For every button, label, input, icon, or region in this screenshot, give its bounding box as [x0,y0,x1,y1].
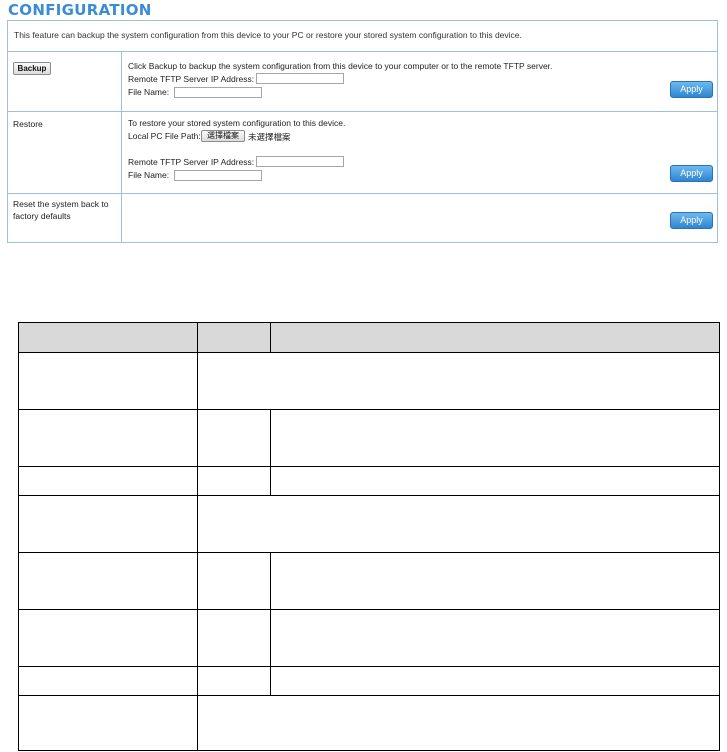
restore-tftp-input[interactable] [256,156,344,167]
backup-button[interactable]: Backup [13,62,51,75]
description-table [18,322,720,751]
backup-description: Click Backup to backup the system config… [128,61,553,71]
table-row [19,467,719,496]
restore-filename-label: File Name: [128,170,170,180]
reset-apply-button[interactable]: Apply [670,212,713,229]
restore-tftp-label: Remote TFTP Server IP Address: [128,157,255,167]
table-row [19,667,719,696]
no-file-text: 未選擇檔案 [248,132,291,142]
table-row [19,610,719,667]
restore-apply-button[interactable]: Apply [670,165,713,182]
backup-tftp-input[interactable] [256,73,344,84]
restore-description: To restore your stored system configurat… [128,118,346,128]
table-header-row [19,323,719,353]
backup-filename-input[interactable] [174,87,262,98]
backup-apply-button[interactable]: Apply [670,81,713,98]
backup-tftp-label: Remote TFTP Server IP Address: [128,74,255,84]
intro-text: This feature can backup the system confi… [14,30,522,40]
reset-label: Reset the system back to factory default… [13,199,109,221]
configuration-panel: This feature can backup the system confi… [7,20,718,243]
page-title: CONFIGURATION [8,1,152,19]
table-row [19,410,719,467]
restore-filename-input[interactable] [174,170,262,181]
table-row [19,496,719,553]
table-row [19,696,719,750]
restore-label: Restore [13,119,43,129]
choose-file-button[interactable]: 選擇檔案 [201,130,245,142]
local-path-label: Local PC File Path: [128,131,201,141]
reset-row: Reset the system back to factory default… [8,193,717,242]
table-row [19,353,719,410]
table-row [19,553,719,610]
backup-filename-label: File Name: [128,87,170,97]
